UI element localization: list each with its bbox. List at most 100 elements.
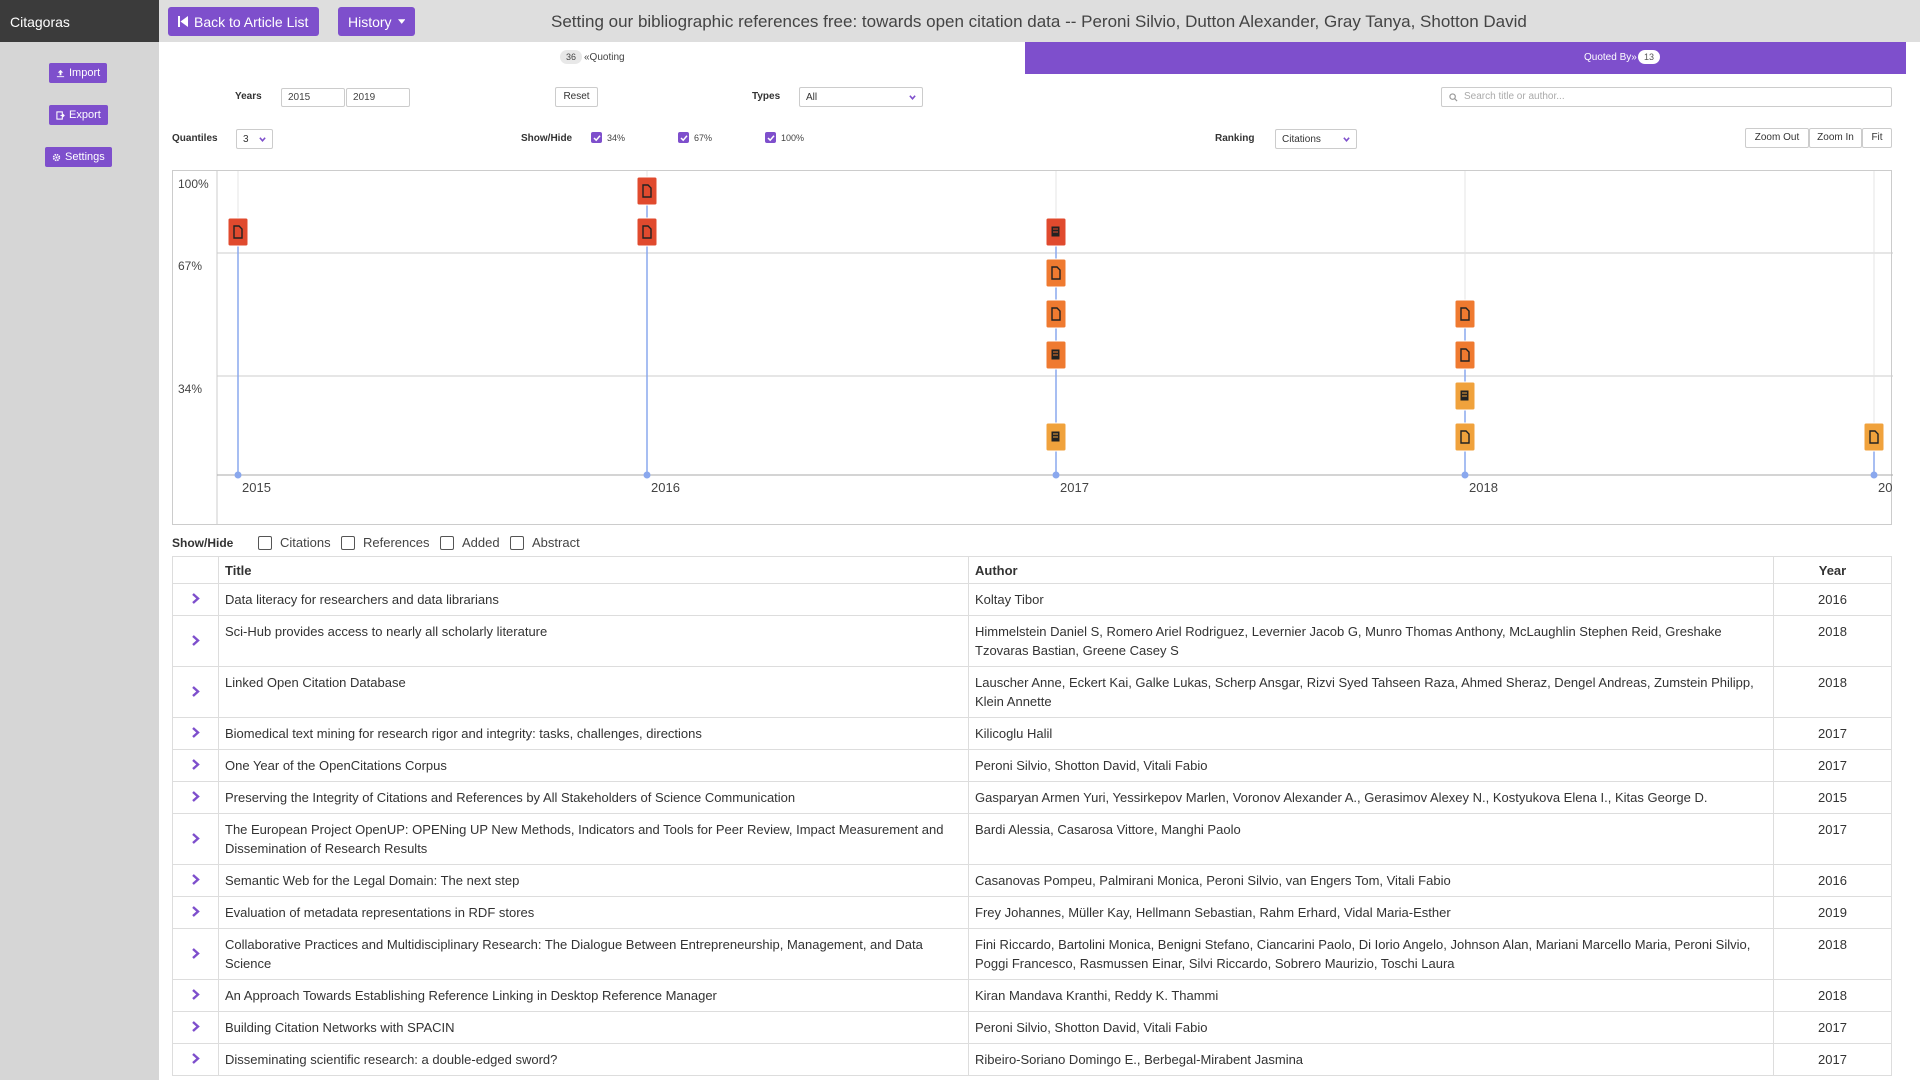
- table-row[interactable]: Disseminating scientific research: a dou…: [172, 1043, 1892, 1076]
- article-point[interactable]: [227, 217, 249, 247]
- table-row[interactable]: Semantic Web for the Legal Domain: The n…: [172, 864, 1892, 897]
- book-point[interactable]: [1045, 422, 1067, 452]
- table-row[interactable]: Building Citation Networks with SPACIN Pe…: [172, 1011, 1892, 1044]
- checkbox-box: [510, 535, 524, 550]
- year-column-header[interactable]: Year: [1773, 556, 1892, 584]
- caret-down-icon: [397, 18, 405, 24]
- title-cell: Data literacy for researchers and data l…: [218, 583, 969, 616]
- checkbox-box: [341, 535, 355, 550]
- added-checkbox[interactable]: Added: [440, 535, 500, 550]
- ranking-select[interactable]: Citations: [1275, 129, 1357, 149]
- abstract-checkbox[interactable]: Abstract: [510, 535, 580, 550]
- skip-back-icon: [178, 16, 188, 27]
- checkmark-icon: [591, 132, 602, 143]
- quantile-67-checkbox[interactable]: 67%: [678, 132, 712, 143]
- article-point[interactable]: [1863, 422, 1885, 452]
- article-point[interactable]: [1045, 258, 1067, 288]
- quantile-34-checkbox[interactable]: 34%: [591, 132, 625, 143]
- zoom-out-button[interactable]: Zoom Out: [1745, 128, 1809, 148]
- import-button[interactable]: Import: [49, 63, 108, 83]
- expand-row-button[interactable]: [172, 615, 219, 667]
- table-row[interactable]: Sci-Hub provides access to nearly all sc…: [172, 615, 1892, 667]
- back-to-list-button[interactable]: Back to Article List: [168, 7, 319, 36]
- expand-row-button[interactable]: [172, 979, 219, 1012]
- chevron-right-icon: [192, 1021, 200, 1032]
- author-cell: Ribeiro-Soriano Domingo E., Berbegal-Mir…: [968, 1043, 1774, 1076]
- title-cell: One Year of the OpenCitations Corpus: [218, 749, 969, 782]
- expand-row-button[interactable]: [172, 864, 219, 897]
- author-column-header[interactable]: Author: [968, 556, 1774, 584]
- expand-row-button[interactable]: [172, 896, 219, 929]
- title-cell: Disseminating scientific research: a dou…: [218, 1043, 969, 1076]
- year-cell: 2017: [1773, 1011, 1892, 1044]
- year-cell: 2018: [1773, 615, 1892, 667]
- table-row[interactable]: Biomedical text mining for research rigo…: [172, 717, 1892, 750]
- expand-row-button[interactable]: [172, 717, 219, 750]
- article-point[interactable]: [1454, 422, 1476, 452]
- book-point[interactable]: [1045, 217, 1067, 247]
- book-point[interactable]: [1045, 340, 1067, 370]
- quantiles-select[interactable]: 3: [236, 129, 273, 149]
- sidebar: Citagoras Import Export Settings: [0, 0, 159, 1080]
- expand-row-button[interactable]: [172, 928, 219, 980]
- expand-row-button[interactable]: [172, 583, 219, 616]
- export-button[interactable]: Export: [49, 105, 108, 125]
- page-title: Setting our bibliographic references fre…: [551, 12, 1527, 31]
- quantiles-label: Quantiles: [172, 133, 218, 144]
- expand-row-button[interactable]: [172, 666, 219, 718]
- tab-quoted-by[interactable]: Quoted By» 13: [1025, 42, 1906, 74]
- tab-quoting[interactable]: 36 «Quoting: [159, 42, 1025, 74]
- citations-checkbox[interactable]: Citations: [258, 535, 331, 550]
- article-point[interactable]: [636, 176, 658, 206]
- expand-row-button[interactable]: [172, 781, 219, 814]
- table-row[interactable]: One Year of the OpenCitations Corpus Pero…: [172, 749, 1892, 782]
- article-point[interactable]: [636, 217, 658, 247]
- chevron-right-icon: [192, 593, 200, 604]
- table-row[interactable]: Data literacy for researchers and data l…: [172, 583, 1892, 616]
- table-row[interactable]: Collaborative Practices and Multidiscipl…: [172, 928, 1892, 980]
- fit-button[interactable]: Fit: [1862, 128, 1892, 148]
- table-header-row: Title Author Year: [172, 556, 1892, 584]
- table-row[interactable]: Evaluation of metadata representations i…: [172, 896, 1892, 929]
- search-icon: [1449, 93, 1458, 102]
- chevron-right-icon: [192, 759, 200, 770]
- table-row[interactable]: Linked Open Citation Database Lauscher An…: [172, 666, 1892, 718]
- search-input[interactable]: Search title or author...: [1441, 87, 1892, 107]
- tab-bar: 36 «Quoting Quoted By» 13: [159, 42, 1906, 74]
- expand-row-button[interactable]: [172, 813, 219, 865]
- expand-row-button[interactable]: [172, 1043, 219, 1076]
- article-point[interactable]: [1045, 299, 1067, 329]
- gear-icon: [52, 153, 61, 161]
- year-cell: 2018: [1773, 979, 1892, 1012]
- title-cell: Evaluation of metadata representations i…: [218, 896, 969, 929]
- author-cell: Kilicoglu Halil: [968, 717, 1774, 750]
- author-cell: Lauscher Anne, Eckert Kai, Galke Lukas, …: [968, 666, 1774, 718]
- year-cell: 2015: [1773, 781, 1892, 814]
- author-cell: Casanovas Pompeu, Palmirani Monica, Pero…: [968, 864, 1774, 897]
- references-checkbox[interactable]: References: [341, 535, 429, 550]
- zoom-in-button[interactable]: Zoom In: [1809, 128, 1862, 148]
- article-point[interactable]: [1454, 340, 1476, 370]
- history-dropdown[interactable]: History: [338, 7, 415, 36]
- band-label: 67%: [178, 259, 202, 273]
- band-label: 34%: [178, 382, 202, 396]
- expand-row-button[interactable]: [172, 749, 219, 782]
- quantile-100-checkbox[interactable]: 100%: [765, 132, 804, 143]
- reset-button[interactable]: Reset: [555, 87, 598, 107]
- settings-button[interactable]: Settings: [45, 147, 112, 167]
- quoting-count-badge: 36: [560, 50, 583, 64]
- year-from-input[interactable]: 2015: [281, 88, 345, 107]
- types-select[interactable]: All: [799, 87, 923, 107]
- expand-row-button[interactable]: [172, 1011, 219, 1044]
- table-row[interactable]: Preserving the Integrity of Citations an…: [172, 781, 1892, 814]
- table-row[interactable]: The European Project OpenUP: OPENing UP …: [172, 813, 1892, 865]
- author-cell: Fini Riccardo, Bartolini Monica, Benigni…: [968, 928, 1774, 980]
- book-point[interactable]: [1454, 381, 1476, 411]
- article-point[interactable]: [1454, 299, 1476, 329]
- chevron-right-icon: [192, 989, 200, 1000]
- year-to-input[interactable]: 2019: [346, 88, 410, 107]
- table-row[interactable]: An Approach Towards Establishing Referen…: [172, 979, 1892, 1012]
- title-column-header[interactable]: Title: [218, 556, 969, 584]
- year-tick-label: 2017: [1060, 480, 1089, 495]
- export-label: Export: [69, 109, 101, 121]
